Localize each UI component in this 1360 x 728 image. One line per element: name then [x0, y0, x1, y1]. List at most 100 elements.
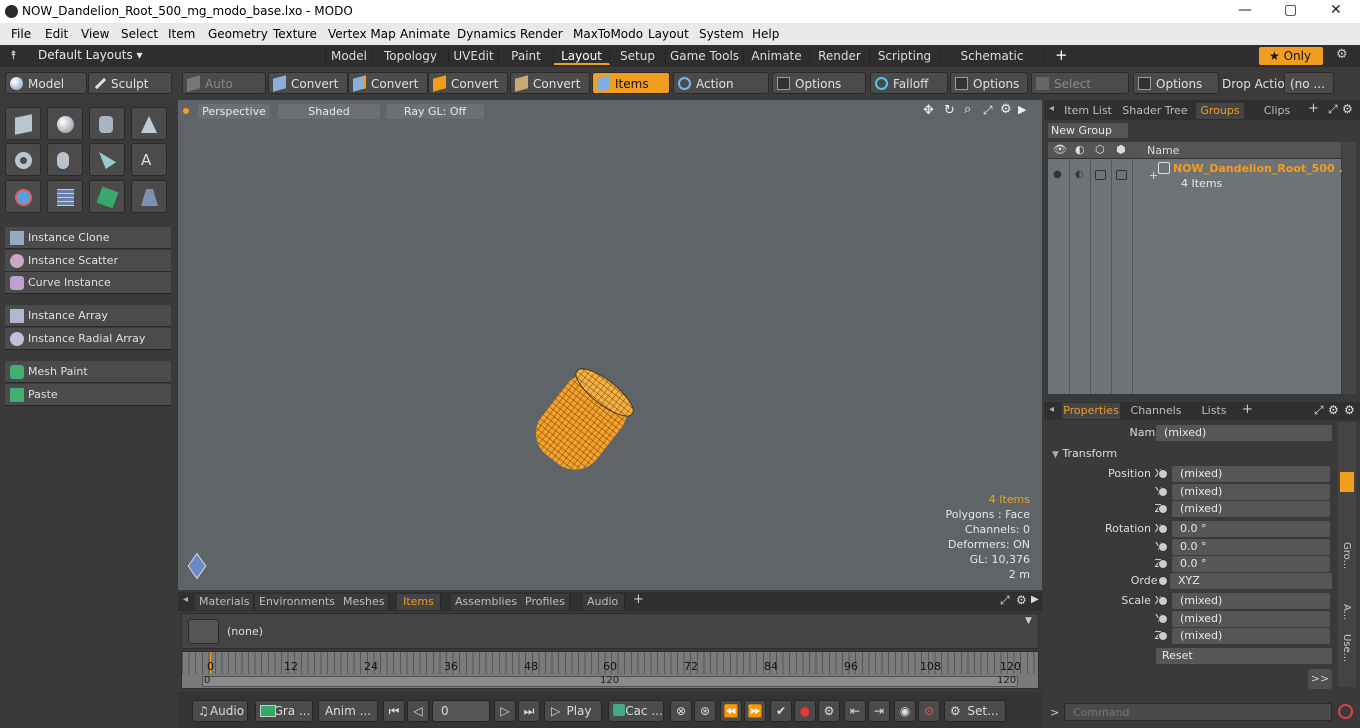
next-key-button[interactable]: ▷: [494, 700, 516, 722]
menu-animate[interactable]: Animate: [400, 27, 450, 41]
maximize-properties-icon[interactable]: ⤢: [1314, 403, 1324, 418]
falloff-options-button[interactable]: Options: [950, 72, 1028, 94]
tab-render[interactable]: Render: [810, 47, 870, 65]
cone-primitive-button[interactable]: [131, 107, 167, 140]
panel-collapse-icon[interactable]: ◂: [1049, 103, 1054, 114]
select-through-button[interactable]: Select Through: [1031, 72, 1129, 113]
pan-icon[interactable]: ✥: [923, 103, 934, 118]
mesh-paint-button[interactable]: Mesh Paint: [5, 361, 171, 383]
command-input[interactable]: [1064, 703, 1332, 721]
position-z-key-icon[interactable]: [1158, 504, 1168, 514]
instance-array-button[interactable]: Instance Array: [5, 305, 171, 327]
more-button[interactable]: >>: [1308, 669, 1332, 689]
instance-radial-array-button[interactable]: Instance Radial Array: [5, 328, 171, 350]
menu-texture[interactable]: Texture: [273, 27, 317, 41]
tab-assemblies[interactable]: Assemblies: [451, 594, 523, 610]
paste-button[interactable]: Paste: [5, 384, 171, 406]
order-select[interactable]: XYZ: [1170, 573, 1332, 589]
wireframe-root-mesh[interactable]: [518, 355, 648, 485]
tab-profiles[interactable]: Profiles: [521, 594, 570, 610]
camera-button[interactable]: ◉: [894, 700, 916, 722]
command-record-icon[interactable]: [1338, 704, 1353, 719]
rotate-view-icon[interactable]: ↻: [944, 103, 955, 118]
rotation-z-key-icon[interactable]: [1158, 559, 1168, 569]
add-bottom-tab-button[interactable]: +: [633, 592, 644, 607]
capsule-primitive-button[interactable]: [47, 143, 83, 176]
position-x-key-icon[interactable]: [1158, 469, 1168, 479]
text-tool-button[interactable]: A: [131, 143, 167, 176]
reset-dropdown[interactable]: Reset: [1156, 648, 1332, 664]
menu-view[interactable]: View: [81, 27, 109, 41]
tab-properties[interactable]: Properties: [1062, 403, 1120, 419]
tab-environments[interactable]: Environments: [255, 594, 340, 610]
instance-scatter-button[interactable]: Instance Scatter: [5, 250, 171, 272]
settings-button[interactable]: ⚙ Set...: [944, 700, 1006, 722]
rotation-x-key-icon[interactable]: [1158, 524, 1168, 534]
menu-file[interactable]: File: [11, 27, 31, 41]
position-y-key-icon[interactable]: [1158, 487, 1168, 497]
tab-lists[interactable]: Lists: [1192, 403, 1236, 419]
view-mode-dropdown[interactable]: Perspective: [198, 104, 270, 119]
add-properties-tab-button[interactable]: +: [1242, 402, 1253, 417]
add-tab-button[interactable]: +: [1055, 46, 1068, 64]
row-visibility-icon[interactable]: ●: [1053, 169, 1062, 180]
properties-settings-icon[interactable]: ⚙: [1328, 403, 1339, 417]
play-button[interactable]: ▷ Play: [544, 700, 602, 722]
row-render-icon[interactable]: ◐: [1075, 169, 1084, 180]
side-tab-user[interactable]: Use...: [1341, 634, 1352, 662]
record-button[interactable]: ●: [794, 700, 816, 722]
convert-vertices-button[interactable]: Convert: [268, 72, 348, 94]
menu-maxtomodo[interactable]: MaxToModo: [573, 27, 643, 41]
close-button[interactable]: ✕: [1330, 2, 1342, 18]
transform-section[interactable]: ▼ Transform: [1052, 447, 1117, 460]
convert-edges-button[interactable]: Convert: [348, 72, 428, 94]
position-x-field[interactable]: (mixed): [1172, 466, 1330, 482]
tab-schematic-fusion[interactable]: Schematic Fusion: [940, 47, 1045, 81]
name-field[interactable]: (mixed): [1156, 425, 1332, 441]
panel-menu-icon[interactable]: ▶: [1031, 594, 1039, 605]
tab-paint[interactable]: Paint: [499, 47, 554, 65]
keyframe-button[interactable]: ⊗: [670, 700, 692, 722]
groups-list[interactable]: 👁 ◐ ⬡ ⬢ Name ● ◐ + NOW_Dandelion_Root_50…: [1048, 142, 1351, 394]
maximize-panel-icon[interactable]: ⤢: [1000, 593, 1010, 608]
prev-frame-button[interactable]: ⏪: [720, 700, 742, 722]
items-mode-button[interactable]: Items: [592, 72, 670, 94]
tab-scripting[interactable]: Scripting: [870, 47, 940, 65]
auto-select-button[interactable]: Auto Select: [182, 72, 266, 113]
sculpt-mode-button[interactable]: Sculpt: [88, 72, 172, 94]
side-tab-groups[interactable]: Gro...: [1341, 542, 1352, 569]
tab-clips[interactable]: Clips: [1250, 103, 1304, 119]
menu-system[interactable]: System: [699, 27, 744, 41]
pen-tool-button[interactable]: [89, 143, 125, 176]
tab-animate[interactable]: Animate: [744, 47, 810, 65]
convert-materials-button[interactable]: Convert: [510, 72, 590, 94]
jump-prev-button[interactable]: ⇤: [844, 700, 866, 722]
torus-primitive-button[interactable]: [5, 143, 41, 176]
properties-settings-icon-2[interactable]: ⚙: [1344, 403, 1355, 417]
maximize-groups-icon[interactable]: ⤢: [1328, 102, 1338, 117]
instance-clone-button[interactable]: Instance Clone: [5, 227, 171, 249]
graph-editor-button[interactable]: Gra ...: [255, 700, 313, 722]
grid-mesh-button[interactable]: [47, 180, 83, 213]
menu-layout[interactable]: Layout: [648, 27, 689, 41]
layout-up-icon[interactable]: ⯭: [10, 48, 17, 63]
prev-key-button[interactable]: ◁: [407, 700, 429, 722]
viewport-settings-icon[interactable]: ⚙: [1000, 102, 1012, 117]
tab-topology[interactable]: Topology: [373, 47, 449, 65]
key-options-button[interactable]: ⚙: [818, 700, 840, 722]
3d-viewport[interactable]: Perspective Shaded Ray GL: Off ✥ ↻ ⌕ ⤢ ⚙…: [178, 100, 1042, 590]
gem-primitive-button[interactable]: [89, 180, 125, 213]
auto-key-button[interactable]: ✔: [770, 700, 792, 722]
key-filter-button[interactable]: ⊛: [694, 700, 716, 722]
go-end-button[interactable]: ⏭: [518, 700, 540, 722]
menu-select[interactable]: Select: [121, 27, 158, 41]
cache-button[interactable]: Cac ...: [608, 700, 664, 722]
scale-z-field[interactable]: (mixed): [1172, 628, 1330, 644]
maximize-view-icon[interactable]: ⤢: [983, 103, 993, 118]
preset-thumbnail[interactable]: [188, 619, 219, 644]
audio-button[interactable]: ♫ Audio: [192, 700, 248, 722]
tab-game-tools[interactable]: Game Tools: [666, 47, 744, 65]
cylinder-primitive-button[interactable]: [89, 107, 125, 140]
menu-help[interactable]: Help: [752, 27, 779, 41]
tab-item-list[interactable]: Item List: [1062, 103, 1114, 119]
